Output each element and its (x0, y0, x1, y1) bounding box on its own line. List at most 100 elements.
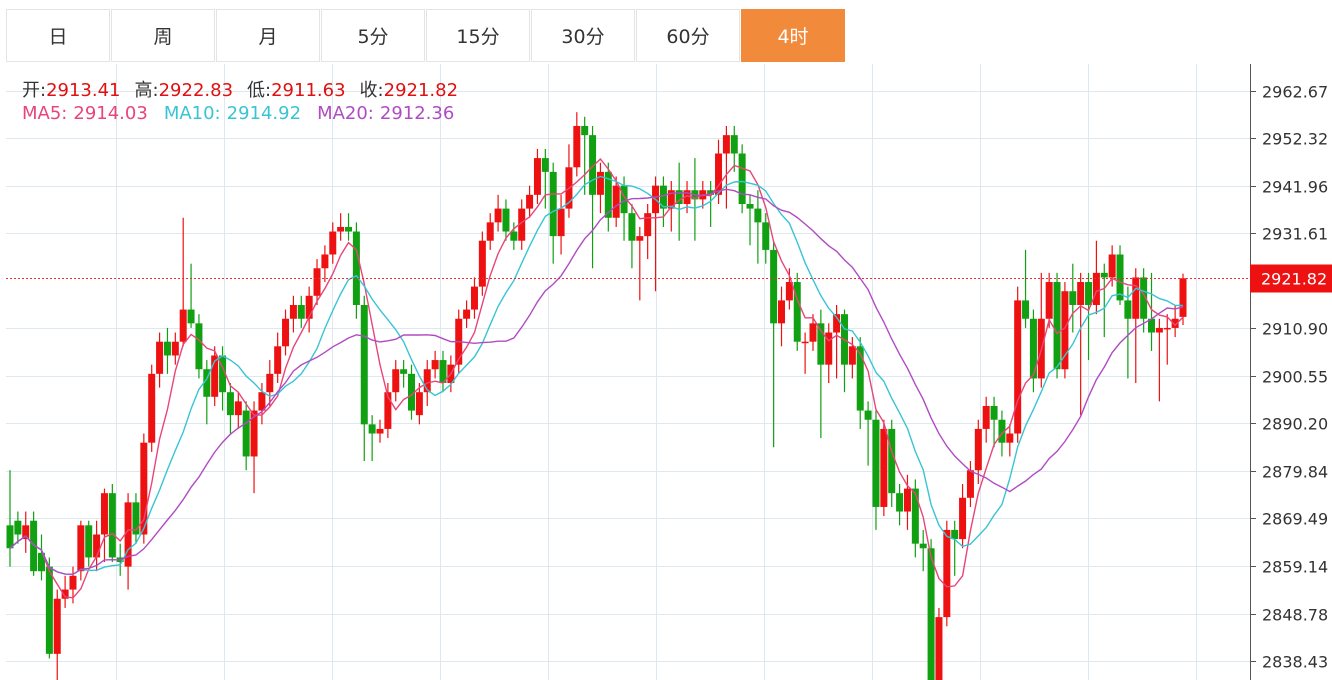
chart-grid (6, 64, 1250, 680)
candle-body (195, 323, 203, 370)
candle-body (911, 488, 919, 544)
candle-body (345, 226, 353, 232)
candle-body (864, 410, 872, 420)
candle-body (1085, 282, 1093, 305)
candle-body (171, 341, 179, 356)
candle-body (581, 125, 589, 136)
candle-body (100, 493, 108, 535)
candlestick-chart[interactable]: 2962.67 2952.32 2941.96 2931.61 2910.90 2900.… (0, 0, 1332, 680)
candle-body (108, 493, 116, 558)
candle-body (234, 401, 242, 416)
y-tick-label: 2962.67 (1262, 83, 1328, 102)
y-tick-label: 2848.78 (1262, 606, 1328, 625)
candle-body (69, 575, 77, 590)
candle-body (45, 566, 53, 654)
candle-body (974, 428, 982, 471)
candle-body (951, 529, 959, 540)
candle-body (966, 470, 974, 498)
candle-body (872, 419, 880, 507)
candle-body (179, 309, 187, 342)
candle-body (801, 341, 809, 344)
candle-body (392, 369, 400, 393)
candle-body (990, 405, 998, 420)
candle-body (266, 373, 274, 393)
candle-body (1108, 254, 1116, 278)
candle-body (1029, 318, 1037, 379)
y-tick-label: 2838.43 (1262, 653, 1328, 672)
candle-body (1022, 300, 1030, 319)
y-tick-label: 2941.96 (1262, 178, 1328, 197)
candle-body (919, 543, 927, 549)
candle-body (1053, 282, 1061, 370)
ma10-label: MA10: (163, 103, 221, 124)
candle-body (722, 135, 730, 154)
low-label: 低: (247, 80, 272, 101)
candle-body (1006, 433, 1014, 443)
candle-body (305, 295, 313, 319)
candle-body (53, 598, 61, 654)
candle-body (943, 529, 951, 618)
candle-body (289, 304, 297, 319)
open-label: 开: (22, 80, 47, 101)
candle-body (1179, 278, 1187, 317)
candle-body (313, 268, 321, 296)
candle-body (1100, 272, 1108, 278)
candle-body (352, 231, 360, 305)
candle-body (187, 309, 195, 324)
ma20-value: 2912.36 (379, 103, 455, 124)
candle-body (927, 548, 935, 680)
candle-body (274, 346, 282, 374)
candle-body (486, 222, 494, 241)
candle-body (226, 392, 234, 416)
candle-body (1155, 327, 1163, 333)
ohlc-readout: 开:2913.41 高:2922.83 低:2911.63 收:2921.82 (22, 76, 458, 102)
candle-body (533, 158, 541, 195)
candle-body (896, 493, 904, 512)
candle-body (636, 236, 644, 241)
ma20-label: MA20: (317, 103, 374, 124)
candle-body (14, 520, 22, 535)
candle-body (502, 208, 510, 232)
candle-body (730, 135, 738, 154)
candle-body (628, 213, 636, 241)
candle-body (770, 249, 778, 324)
y-tick-label: 2900.55 (1262, 368, 1328, 387)
ma10-value: 2914.92 (226, 103, 302, 124)
moving-average-lines (9, 157, 1184, 599)
candle-body (85, 525, 93, 558)
candle-body (148, 373, 156, 443)
candle-body (163, 341, 171, 356)
ma-readout: MA5: 2914.03 MA10: 2914.92 MA20: 2912.36 (22, 103, 454, 124)
candle-body (856, 346, 864, 411)
y-tick-label: 2952.32 (1262, 130, 1328, 149)
candle-body (738, 153, 746, 204)
candle-body (415, 392, 423, 416)
candle-body (431, 360, 439, 370)
candle-body (557, 208, 565, 237)
candle-body (337, 226, 345, 232)
candle-body (644, 213, 652, 237)
candle-body (510, 231, 518, 241)
candle-body (1045, 282, 1053, 319)
y-tick-label: 2869.49 (1262, 510, 1328, 529)
ma5-label: MA5: (22, 103, 68, 124)
candle-body (880, 428, 888, 507)
candle-body (1092, 272, 1100, 305)
candle-body (1077, 282, 1085, 305)
candle-body (541, 158, 549, 172)
y-tick-label: 2910.90 (1262, 320, 1328, 339)
candles (6, 112, 1187, 680)
candle-body (982, 405, 990, 429)
candle-body (935, 617, 943, 680)
candle-body (754, 208, 762, 223)
current-price-label: 2921.82 (1261, 270, 1327, 289)
ma10-line (9, 175, 1184, 576)
candle-body (1014, 300, 1022, 434)
candle-body (282, 318, 290, 347)
ma20-line (9, 188, 1184, 576)
candle-body (242, 410, 250, 457)
candle-body (400, 369, 408, 374)
candle-body (297, 304, 305, 319)
candle-body (6, 525, 14, 549)
candle-body (463, 309, 471, 319)
